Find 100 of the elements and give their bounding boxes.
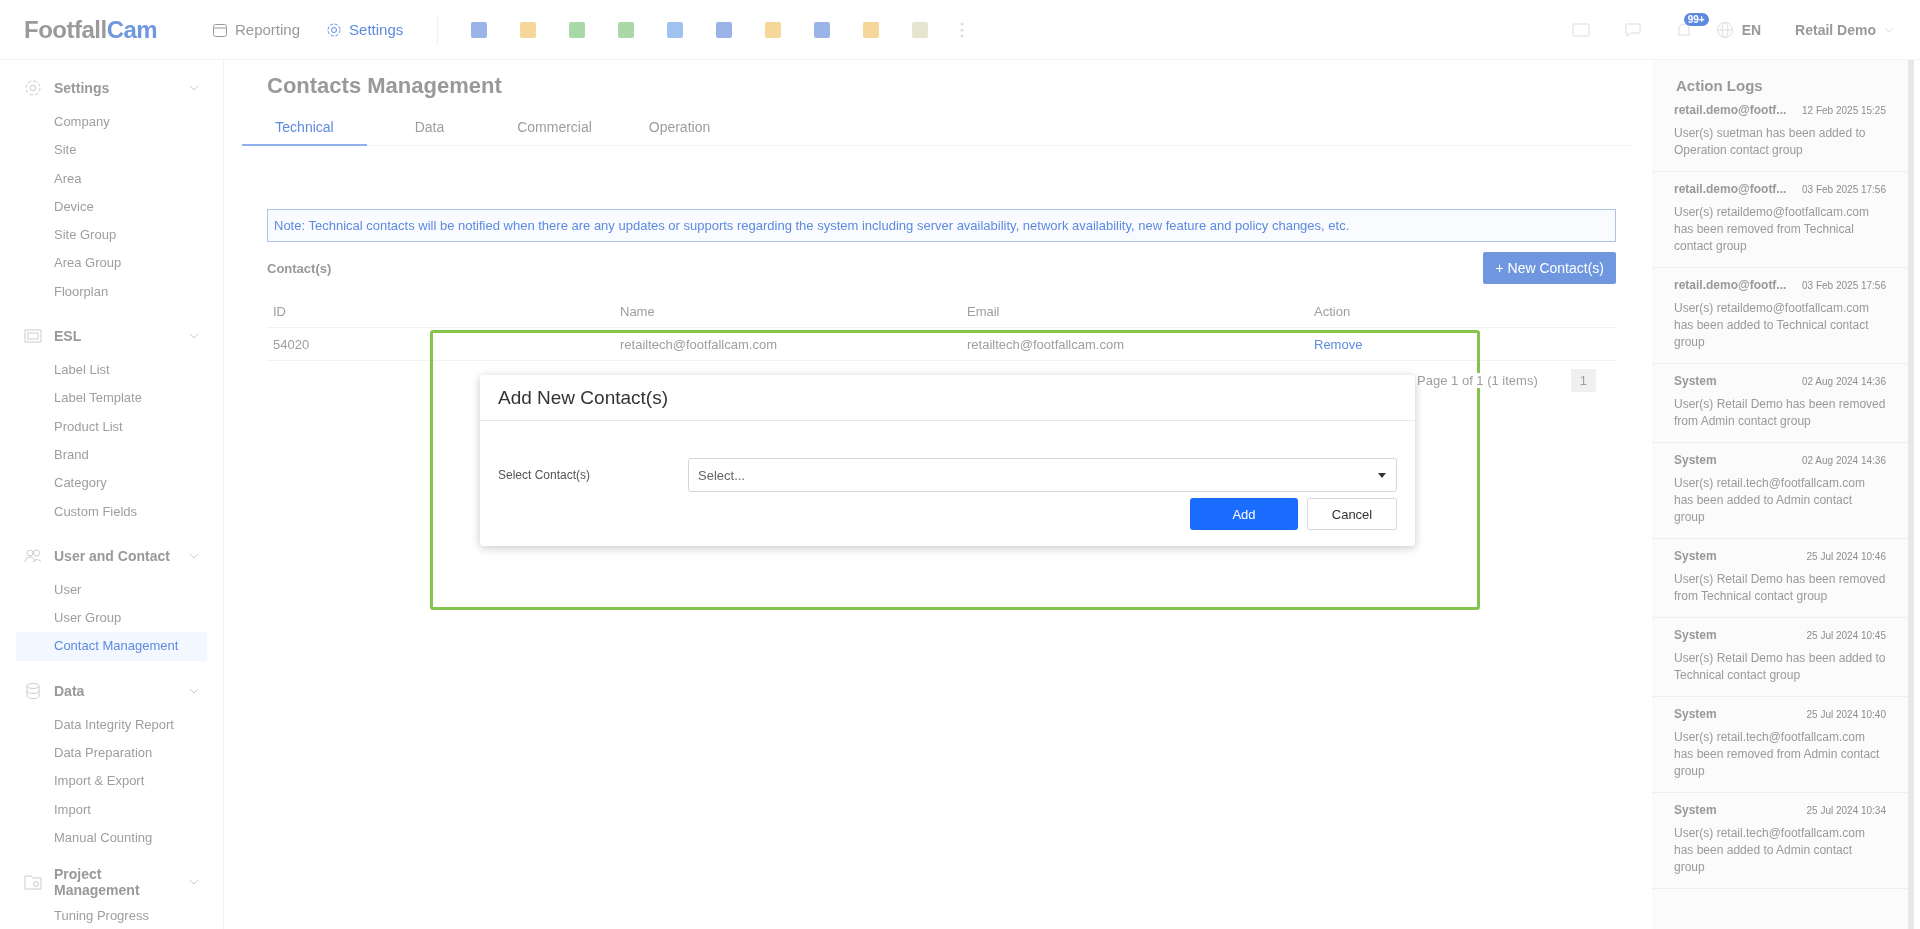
sidebar-item[interactable]: Tuning Progress	[16, 902, 207, 929]
sidebar-item[interactable]: Data Integrity Report	[16, 710, 207, 740]
page-title: Contacts Management	[267, 73, 503, 99]
chevron-down-icon	[1884, 26, 1894, 33]
sidebar-item[interactable]: User	[16, 575, 207, 605]
sidebar-item[interactable]: Floorplan	[16, 277, 207, 307]
log-time: 25 Jul 2024 10:40	[1806, 709, 1886, 720]
sidebar-group[interactable]: ESL	[16, 316, 207, 357]
log-message: User(s) Retail Demo has been removed from Admin contact group	[1674, 396, 1886, 430]
language-label: EN	[1741, 21, 1762, 38]
log-message: User(s) retail.tech@footfallcam.com has been removed from Admin contact group	[1674, 729, 1881, 780]
logo: FootfallCam	[24, 15, 159, 44]
group-label: Data	[54, 682, 86, 699]
sidebar-item[interactable]: Category	[16, 469, 207, 498]
sidebar-item[interactable]: Label List	[16, 356, 207, 385]
log-time: 03 Feb 2025 17:56	[1802, 280, 1886, 291]
table-cell-text: retailtech@footfallcam.com	[619, 336, 778, 352]
gear-icon	[326, 21, 343, 38]
screen-icon[interactable]	[1571, 21, 1590, 38]
sidebar-item[interactable]: Manual Counting	[16, 823, 207, 853]
log-message: User(s) retail.tech@footfallcam.com has been added to Admin contact group	[1674, 475, 1866, 526]
log-message: User(s) Retail Demo has been removed from Technical contact group	[1674, 571, 1886, 605]
caret-icon	[1378, 472, 1386, 478]
log-user: System	[1674, 803, 1717, 817]
page-number[interactable]: 1	[1570, 369, 1596, 392]
remove-link[interactable]: Remove	[1314, 336, 1363, 352]
log-user: retail.demo@footf...	[1674, 182, 1787, 196]
section-label: Contact(s)	[267, 260, 332, 276]
nav-link[interactable]: Settings	[326, 21, 404, 38]
log-user: System	[1674, 707, 1717, 721]
user-menu[interactable]: Retail Demo	[1795, 21, 1894, 38]
tab[interactable]: Technical	[242, 111, 367, 146]
group-label: Settings	[54, 80, 111, 96]
sidebar-item[interactable]: Company	[16, 108, 207, 137]
log-message: User(s) suetman has been added to Operation contact group	[1674, 125, 1867, 159]
select-field[interactable]: Select...	[688, 458, 1397, 492]
sidebar-item[interactable]: Custom Fields	[16, 497, 207, 526]
sidebar-item[interactable]: Import & Export	[16, 767, 207, 796]
sidebar-item[interactable]: Product List	[16, 412, 207, 441]
sidebar-item[interactable]: Area	[16, 164, 207, 193]
log-time: 02 Aug 2024 14:36	[1802, 455, 1886, 466]
sidebar-item[interactable]: Brand	[16, 440, 207, 470]
sidebar-group[interactable]: Project Management	[16, 862, 207, 903]
dialog-title: Add New Contact(s)	[480, 375, 1415, 421]
tab[interactable]: Data	[367, 111, 492, 145]
column-header: Name	[619, 303, 656, 319]
log-message: User(s) retaildemo@footfallcam.com has been removed from Technical contact group	[1674, 204, 1870, 255]
log-user: System	[1674, 453, 1717, 467]
table-cell-text: 54020	[272, 336, 311, 352]
chevron-icon	[189, 687, 199, 694]
field-label: Select Contact(s)	[498, 468, 592, 482]
log-time: 03 Feb 2025 17:56	[1802, 184, 1886, 195]
sidebar-item[interactable]: Site Group	[16, 221, 207, 250]
log-message: User(s) retaildemo@footfallcam.com has been added to Technical contact group	[1674, 300, 1870, 351]
sidebar-group[interactable]: Data	[16, 670, 207, 711]
sidebar-group[interactable]: User and Contact	[16, 535, 207, 576]
sidebar-item[interactable]: Import	[16, 795, 207, 824]
add-button[interactable]: Add	[1190, 498, 1298, 530]
table-cell-text: retailtech@footfallcam.com	[966, 336, 1125, 352]
column-header: Action	[1313, 303, 1352, 319]
sidebar-item[interactable]: Contact Management	[16, 632, 207, 661]
nav-link[interactable]: Reporting	[212, 21, 301, 38]
language-selector[interactable]: EN	[1715, 20, 1762, 39]
cancel-button[interactable]: Cancel	[1307, 498, 1397, 530]
sidebar-item[interactable]: Device	[16, 192, 207, 222]
group-label: ESL	[54, 328, 83, 345]
log-message: User(s) Retail Demo has been added to Technical contact group	[1674, 650, 1886, 684]
notification-badge: 99+	[1683, 12, 1709, 26]
sidebar-item[interactable]: Label Template	[16, 384, 207, 413]
chat-icon[interactable]	[1623, 21, 1642, 38]
tab[interactable]: Operation	[617, 111, 742, 145]
more-icon[interactable]	[960, 21, 965, 38]
screen-icon	[24, 327, 42, 346]
globe-icon	[1715, 20, 1734, 39]
log-time: 12 Feb 2025 15:25	[1802, 105, 1886, 116]
group-label: User and Contact	[54, 547, 171, 564]
tab[interactable]: Commercial	[492, 111, 617, 145]
group-label: Project Management	[54, 866, 141, 899]
sidebar-item[interactable]: Area Group	[16, 249, 207, 278]
chevron-icon	[189, 333, 199, 340]
sidebar-item[interactable]: User Group	[16, 604, 207, 633]
log-user: System	[1674, 628, 1717, 642]
log-user: System	[1674, 374, 1717, 388]
log-user: System	[1674, 549, 1717, 563]
log-message: User(s) retail.tech@footfallcam.com has been added to Admin contact group	[1674, 825, 1866, 876]
sidebar-group[interactable]: Settings	[16, 68, 207, 108]
log-user: retail.demo@footf...	[1674, 278, 1787, 292]
gear-icon	[24, 79, 42, 97]
log-user: retail.demo@footf...	[1674, 103, 1787, 117]
log-time: 02 Aug 2024 14:36	[1802, 376, 1886, 387]
panel-title: Action Logs	[1675, 77, 1764, 96]
users-icon	[24, 546, 42, 565]
sidebar-item[interactable]: Data Preparation	[16, 739, 207, 768]
new-contact-button[interactable]: + New Contact(s)	[1483, 252, 1616, 284]
log-time: 25 Jul 2024 10:45	[1806, 630, 1886, 641]
chevron-icon	[189, 552, 199, 559]
log-time: 25 Jul 2024 10:34	[1806, 805, 1886, 816]
chevron-icon	[189, 85, 199, 91]
sidebar-item[interactable]: Site	[16, 136, 207, 165]
column-header: Email	[966, 303, 1001, 319]
